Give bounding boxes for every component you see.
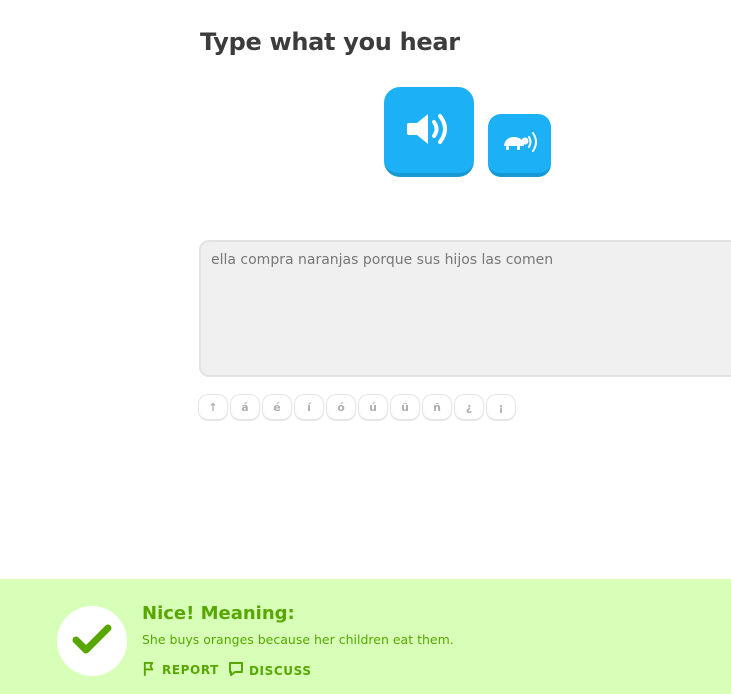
speaker-icon — [406, 109, 452, 152]
feedback-title: Nice! Meaning: — [142, 603, 295, 624]
challenge-title: Type what you hear — [200, 28, 460, 56]
key-i-acute[interactable]: í — [294, 394, 324, 421]
feedback-meaning: She buys oranges because her children ea… — [142, 632, 454, 647]
special-characters-bar: ↑ á é í ó ú ü ñ ¿ ¡ — [198, 394, 516, 421]
discuss-button[interactable]: DISCUSS — [228, 661, 312, 680]
play-audio-button[interactable] — [384, 87, 474, 177]
success-badge — [57, 606, 127, 676]
answer-input[interactable]: ella compra naranjas porque sus hijos la… — [199, 240, 731, 377]
key-a-acute[interactable]: á — [230, 394, 260, 421]
key-e-acute[interactable]: é — [262, 394, 292, 421]
report-label: REPORT — [162, 663, 219, 677]
feedback-panel: Nice! Meaning: She buys oranges because … — [0, 579, 731, 694]
key-inverted-question[interactable]: ¿ — [454, 394, 484, 421]
comment-icon — [228, 661, 244, 680]
key-inverted-exclamation[interactable]: ¡ — [486, 394, 516, 421]
key-shift[interactable]: ↑ — [198, 394, 228, 421]
turtle-speaker-icon — [500, 129, 540, 158]
report-button[interactable]: REPORT — [142, 661, 219, 679]
slow-audio-button[interactable] — [488, 114, 551, 177]
key-o-acute[interactable]: ó — [326, 394, 356, 421]
checkmark-icon — [72, 623, 112, 659]
discuss-label: DISCUSS — [249, 663, 312, 678]
key-u-acute[interactable]: ú — [358, 394, 388, 421]
flag-icon — [142, 661, 157, 679]
key-n-tilde[interactable]: ñ — [422, 394, 452, 421]
key-u-umlaut[interactable]: ü — [390, 394, 420, 421]
